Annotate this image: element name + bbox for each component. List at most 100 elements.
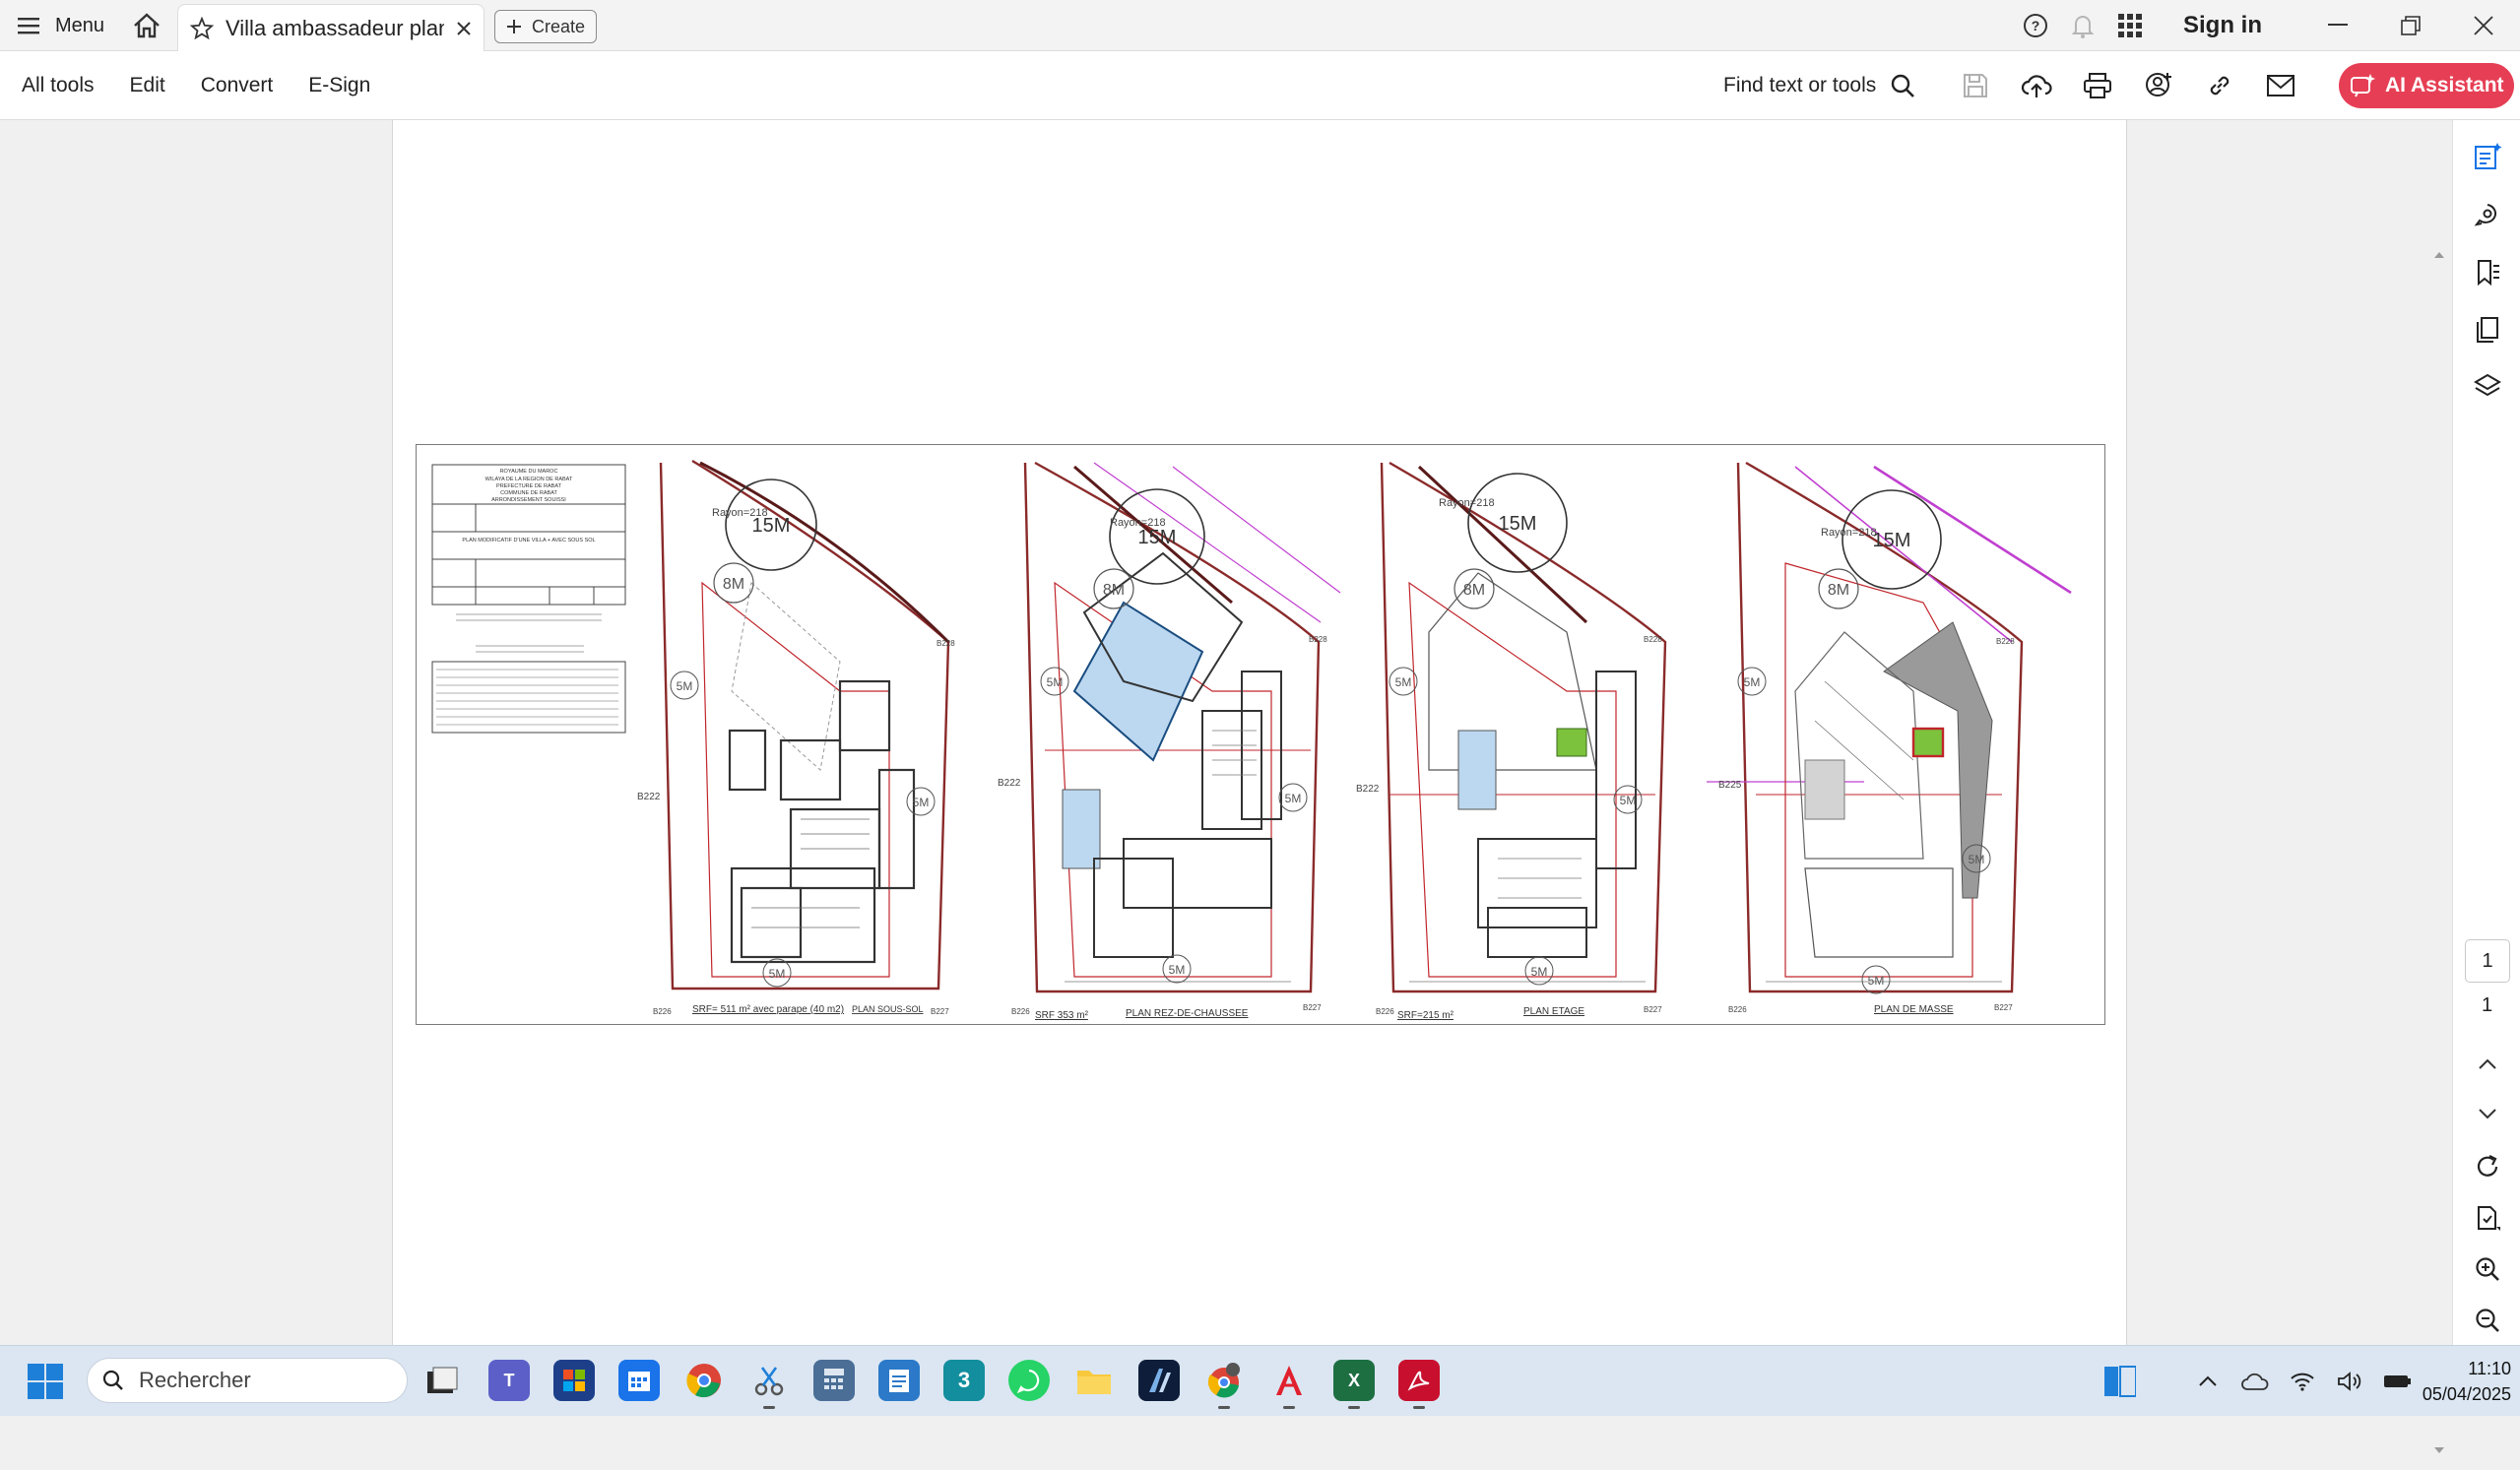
clock-date: 05/04/2025 [2422, 1384, 2511, 1404]
plan-rez-de-chaussee: 15M 8M Rayon=218 5M 5M 5M B222 B228 B226… [998, 461, 1341, 1021]
calculator-icon[interactable] [813, 1360, 855, 1401]
setback-label: 5M [1969, 853, 1985, 866]
pages-thumbnails-icon[interactable] [2467, 309, 2508, 351]
surface-label: SRF 353 m² [1035, 1010, 1089, 1021]
setback-label: 5M [1395, 675, 1412, 689]
current-page-input[interactable]: 1 [2465, 939, 2510, 983]
green-marker [1556, 728, 1587, 757]
sign-in-button[interactable]: Sign in [2183, 12, 2262, 39]
windows-start-icon[interactable] [28, 1364, 63, 1399]
teams-icon[interactable]: T [488, 1360, 530, 1401]
wifi-icon[interactable] [2286, 1365, 2319, 1398]
store-icon[interactable] [553, 1360, 595, 1401]
print-icon[interactable] [2078, 66, 2117, 105]
clock-time: 11:10 [2468, 1359, 2511, 1378]
cloud-upload-icon[interactable] [2017, 66, 2056, 105]
help-icon[interactable]: ? [2016, 6, 2055, 45]
page-fit-icon[interactable] [2467, 1197, 2508, 1239]
volume-icon[interactable] [2333, 1365, 2366, 1398]
boundary-marker: B226 [653, 1007, 672, 1016]
boundary-marker: B222 [998, 778, 1021, 789]
autocad-icon[interactable] [1138, 1360, 1180, 1401]
boundary-marker: B227 [1644, 1005, 1662, 1014]
create-button[interactable]: Create [494, 10, 597, 43]
acrobat-icon[interactable] [1268, 1360, 1310, 1409]
save-icon[interactable] [1956, 66, 1995, 105]
apps-grid-icon[interactable] [2110, 6, 2150, 45]
menu-button[interactable]: Menu [18, 10, 104, 41]
star-icon[interactable] [190, 16, 214, 40]
setback-label: 5M [677, 679, 693, 693]
setback-label: 5M [1169, 963, 1186, 977]
widgets-icon[interactable] [2102, 1365, 2136, 1398]
scroll-down-arrow [2434, 1447, 2444, 1453]
chrome-profile-icon[interactable] [1203, 1360, 1245, 1409]
all-tools-menu[interactable]: All tools [22, 74, 95, 97]
rayon-label: Rayon=218 [1110, 517, 1166, 529]
setback-label: 5M [769, 967, 786, 981]
restore-icon[interactable] [2374, 0, 2447, 51]
link-icon[interactable] [2200, 66, 2239, 105]
close-window-icon[interactable] [2447, 0, 2520, 51]
zoom-out-icon[interactable] [2467, 1300, 2508, 1341]
svg-text:?: ? [2032, 18, 2040, 33]
whatsapp-icon[interactable] [1008, 1360, 1050, 1401]
circle-label-8m: 8M [1103, 582, 1125, 599]
boundary-marker: B227 [1994, 1003, 2013, 1012]
excel-icon[interactable]: X [1333, 1360, 1375, 1409]
layers-icon[interactable] [2467, 366, 2508, 408]
boundary-marker: B222 [637, 792, 661, 802]
find-text-or-tools[interactable]: Find text or tools [1723, 73, 1915, 98]
cartouche-line: PREFECTURE DE RABAT [496, 483, 562, 489]
chrome-icon[interactable] [683, 1360, 725, 1401]
rayon-label: Rayon=218 [712, 507, 768, 519]
circle-label-8m: 8M [723, 576, 744, 593]
previous-page-icon[interactable] [2467, 1044, 2508, 1085]
bookmarks-icon[interactable] [2467, 252, 2508, 293]
edit-menu[interactable]: Edit [130, 74, 165, 97]
ai-assistant-button[interactable]: AI Assistant [2339, 63, 2515, 108]
convert-menu[interactable]: Convert [201, 74, 274, 97]
show-hidden-icons-chevron-icon[interactable] [2191, 1365, 2225, 1398]
plus-icon [506, 19, 522, 34]
cartouche-line: WILAYA DE LA REGION DE RABAT [485, 477, 573, 482]
acrobat-reader-icon[interactable] [1398, 1360, 1440, 1409]
circle-label-15m: 15M [1873, 530, 1911, 551]
notepad-icon[interactable] [878, 1360, 920, 1401]
ai-summary-icon[interactable] [2467, 136, 2508, 177]
3dsmax-icon[interactable]: 3 [943, 1360, 985, 1401]
home-button[interactable] [130, 10, 163, 41]
snipping-tool-icon[interactable] [748, 1360, 790, 1409]
rayon-label: Rayon=218 [1821, 527, 1877, 539]
command-bar: All tools Edit Convert E-Sign Find text … [0, 51, 2520, 120]
minimize-icon[interactable] [2301, 0, 2374, 51]
zoom-in-icon[interactable] [2467, 1248, 2508, 1290]
esign-menu[interactable]: E-Sign [308, 74, 370, 97]
green-marker [1911, 727, 1945, 758]
scroll-up-arrow [2434, 252, 2444, 258]
plan-title: PLAN ETAGE [1523, 1006, 1584, 1017]
folder-icon[interactable] [1073, 1360, 1115, 1401]
vertical-scrollbar[interactable] [2428, 240, 2450, 1465]
circle-label-15m: 15M [1138, 527, 1177, 548]
system-clock[interactable]: 11:10 05/04/2025 [2383, 1356, 2511, 1407]
architectural-plan-sheet: ROYAUME DU MAROC WILAYA DE LA REGION DE … [416, 444, 2105, 1025]
email-icon[interactable] [2261, 66, 2300, 105]
close-tab-icon[interactable] [456, 21, 472, 36]
file-explorer-icon[interactable] [421, 1360, 463, 1401]
taskbar-search[interactable]: Rechercher [87, 1358, 408, 1403]
home-icon [134, 13, 160, 38]
next-page-icon[interactable] [2467, 1093, 2508, 1134]
boundary-marker: B228 [1996, 637, 2015, 646]
onedrive-cloud-icon[interactable] [2238, 1365, 2272, 1398]
calendar-icon[interactable] [618, 1360, 660, 1401]
tab-title: Villa ambassadeur plan... [226, 15, 444, 40]
rotate-icon[interactable] [2467, 1146, 2508, 1187]
share-user-icon[interactable] [2139, 66, 2178, 105]
plan-de-masse: 15M 8M Rayon=218 5M 5M 5M B225 B228 B226… [1707, 461, 2072, 1015]
comments-panel-icon[interactable] [2467, 195, 2508, 236]
notification-bell-icon[interactable] [2063, 6, 2102, 45]
search-icon [1890, 73, 1915, 98]
plan-title: PLAN REZ-DE-CHAUSSEE [1126, 1008, 1249, 1019]
document-tab[interactable]: Villa ambassadeur plan... [177, 4, 485, 51]
